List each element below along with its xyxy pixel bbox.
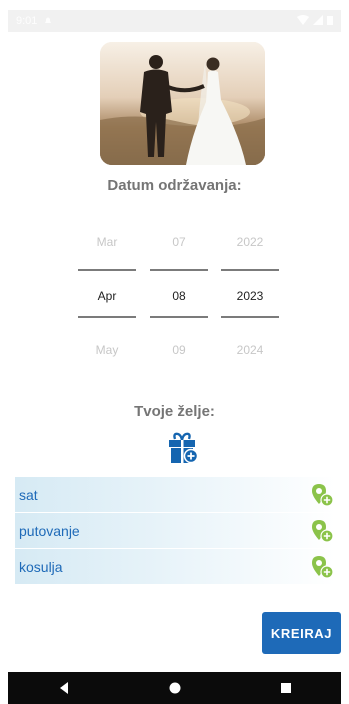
gift-add-icon[interactable] (166, 432, 199, 464)
wish-list-item[interactable]: putovanje (15, 513, 335, 548)
month-picker-divider-top (78, 269, 136, 271)
status-time: 9:01 (16, 15, 38, 27)
year-picker-divider-bottom (221, 316, 279, 318)
add-location-icon[interactable] (309, 482, 335, 508)
wedding-couple-photo (100, 42, 265, 165)
notification-icon (43, 15, 53, 28)
recents-icon (280, 683, 291, 693)
system-navigation-bar (8, 672, 341, 704)
battery-icon (327, 15, 333, 28)
wish-list-item[interactable]: kosulja (15, 549, 335, 584)
wishes-section-title: Tvoje želje: (134, 403, 215, 420)
day-picker-divider-top (150, 269, 208, 271)
date-section-title: Datum održavanja: (107, 177, 242, 194)
day-next-value[interactable]: 09 (150, 343, 208, 357)
add-location-icon[interactable] (309, 518, 335, 544)
day-picker-divider-bottom (150, 316, 208, 318)
home-icon (169, 682, 180, 694)
month-selected-value[interactable]: Apr (78, 289, 136, 303)
day-prev-value[interactable]: 07 (150, 235, 208, 249)
wish-list-item[interactable]: sat (15, 477, 335, 512)
back-icon (59, 682, 68, 694)
wish-item-label: sat (19, 486, 38, 503)
wish-item-label: putovanje (19, 522, 80, 539)
month-next-value[interactable]: May (78, 343, 136, 357)
status-bar: 9:01 (8, 10, 341, 32)
wifi-icon (297, 14, 309, 28)
recents-button[interactable] (256, 672, 316, 704)
month-prev-value[interactable]: Mar (78, 235, 136, 249)
year-selected-value[interactable]: 2023 (221, 289, 279, 303)
signal-icon (313, 14, 323, 28)
year-picker-divider-top (221, 269, 279, 271)
add-location-icon[interactable] (309, 554, 335, 580)
year-next-value[interactable]: 2024 (221, 343, 279, 357)
wish-item-label: kosulja (19, 558, 63, 575)
day-selected-value[interactable]: 08 (150, 289, 208, 303)
year-prev-value[interactable]: 2022 (221, 235, 279, 249)
create-button[interactable]: KREIRAJ (262, 612, 341, 654)
month-picker-divider-bottom (78, 316, 136, 318)
home-button[interactable] (145, 672, 205, 704)
back-button[interactable] (34, 672, 94, 704)
